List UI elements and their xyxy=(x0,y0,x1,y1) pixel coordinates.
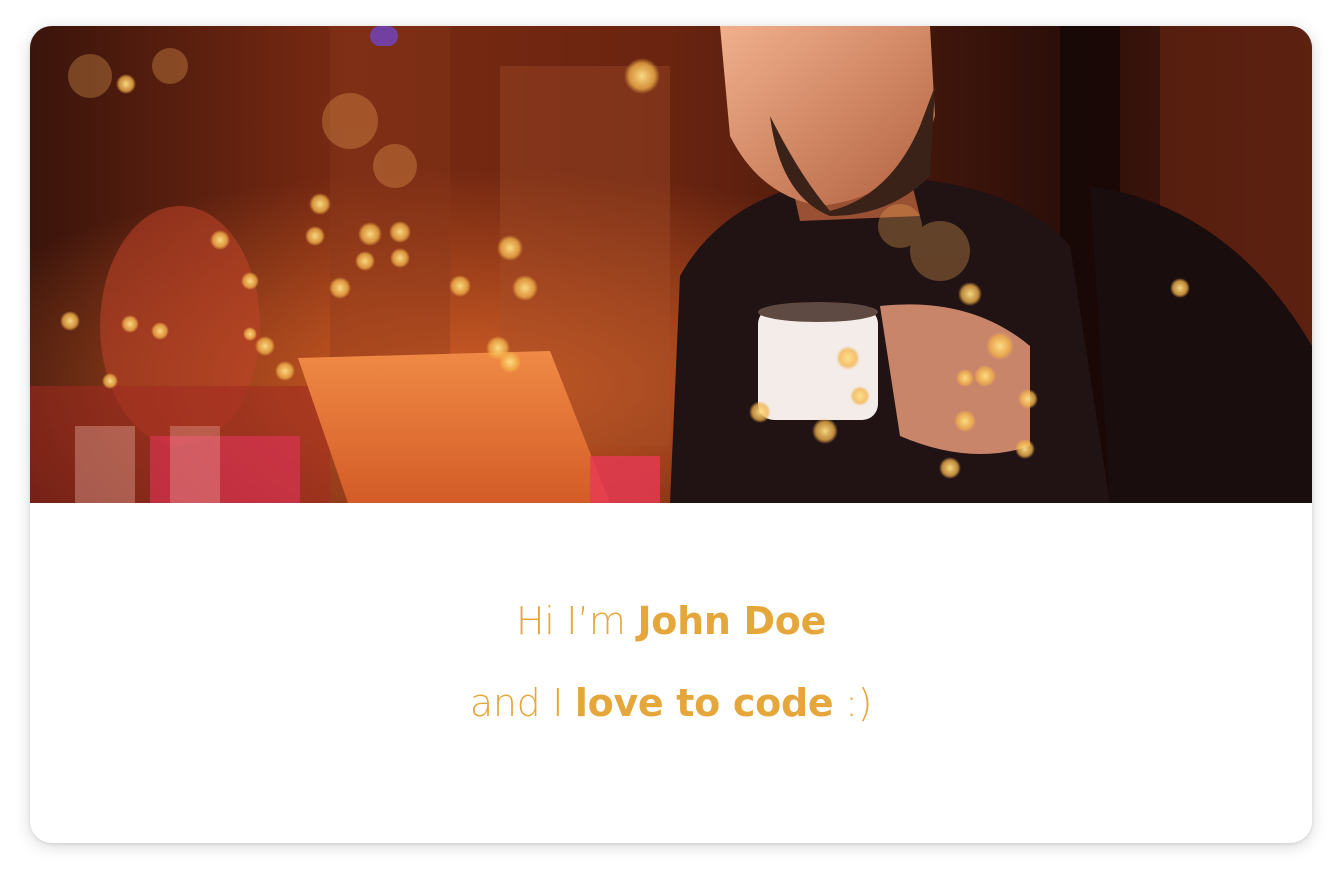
tagline-suffix: :) xyxy=(833,681,873,725)
greeting-line: Hi I’m John Doe xyxy=(30,599,1312,643)
tagline-prefix: and I xyxy=(469,681,575,725)
profile-card: Hi I’m John Doe and I love to code :) xyxy=(30,26,1312,843)
intro-section: Hi I’m John Doe and I love to code :) xyxy=(30,503,1312,843)
tagline: and I love to code :) xyxy=(30,681,1312,725)
author-name: John Doe xyxy=(637,599,827,643)
tagline-emphasis: love to code xyxy=(574,681,834,725)
greeting-prefix: Hi I’m xyxy=(515,599,638,643)
hero-image xyxy=(30,26,1312,503)
page: Hi I’m John Doe and I love to code :) xyxy=(0,0,1342,877)
